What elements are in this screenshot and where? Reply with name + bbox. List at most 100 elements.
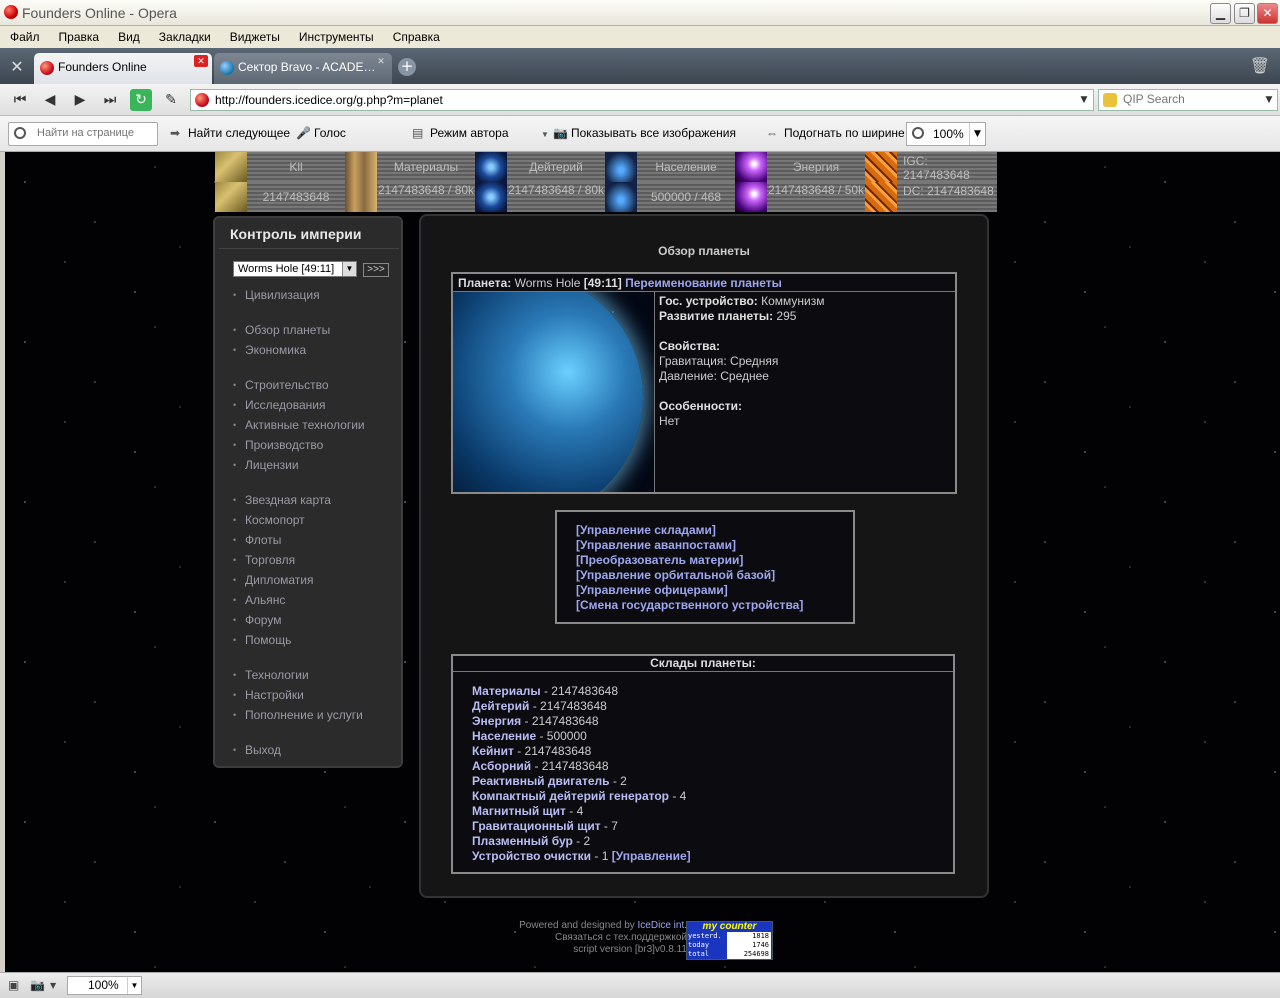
chevron-down-icon[interactable]: ▼: [1261, 90, 1277, 110]
menu-widgets[interactable]: Виджеты: [220, 26, 289, 44]
author-mode-button[interactable]: ▤ Режим автора: [412, 126, 509, 140]
back-icon[interactable]: ◀: [39, 89, 61, 111]
sidebar-item-diplomacy[interactable]: Дипломатия: [233, 573, 313, 587]
link-orbital-base[interactable]: [Управление орбитальной базой]: [576, 568, 853, 583]
sidebar-item-settings[interactable]: Настройки: [233, 688, 304, 702]
menu-help[interactable]: Справка: [383, 26, 449, 44]
link-change-government[interactable]: [Смена государственного устройства]: [576, 598, 853, 613]
planet-header: Планета: Worms Hole [49:11] Переименован…: [453, 274, 955, 292]
tab-founders-online[interactable]: Founders Online ✕: [34, 53, 212, 84]
maximize-button[interactable]: ❐: [1234, 3, 1255, 24]
status-zoom-select[interactable]: 100% ▼: [67, 976, 142, 995]
menu-view[interactable]: Вид: [108, 26, 149, 44]
menu-tools[interactable]: Инструменты: [289, 26, 383, 44]
sidebar-item-active-tech[interactable]: Активные технологии: [233, 418, 365, 432]
forward-icon[interactable]: ▶: [69, 89, 91, 111]
sidebar-item-spaceport[interactable]: Космопорт: [233, 513, 305, 527]
chevron-down-icon[interactable]: ▼: [342, 262, 356, 276]
panel-toggle-icon[interactable]: ▣: [8, 978, 24, 992]
planet-image: [453, 292, 655, 492]
sidebar-item-construction[interactable]: Строительство: [233, 378, 328, 392]
reload-icon[interactable]: ↻: [130, 89, 152, 111]
menu-bar: Файл Правка Вид Закладки Виджеты Инструменты С…: [0, 26, 1280, 48]
fit-width-button[interactable]: ⇔ Подогнать по ширине: [766, 126, 905, 140]
voice-button[interactable]: 🎤 Голос: [296, 126, 346, 140]
igc-icon: [865, 152, 897, 182]
show-images-button[interactable]: ▼ 📷 Показывать все изображения: [541, 126, 736, 140]
menu-edit[interactable]: Правка: [49, 26, 109, 44]
menu-bookmarks[interactable]: Закладки: [149, 26, 220, 44]
sidebar-item-technologies[interactable]: Технологии: [233, 668, 309, 682]
features-label: Особенности:: [659, 399, 743, 413]
sidebar-item-fleets[interactable]: Флоты: [233, 533, 282, 547]
visit-counter[interactable]: my counter yesterd. 1818 today 1746 total 2…: [686, 921, 773, 960]
chevron-down-icon[interactable]: ▼: [969, 123, 985, 145]
find-next-button[interactable]: ➡ Найти следующее: [170, 126, 290, 140]
search-icon: [14, 127, 26, 139]
url-text[interactable]: http://founders.icedice.org/g.php?m=plan…: [215, 93, 443, 107]
sidebar-item-production[interactable]: Производство: [233, 438, 323, 452]
igc-icon: [865, 182, 897, 212]
trash-icon[interactable]: 🗑: [1250, 56, 1270, 75]
tab-close-icon[interactable]: ✕: [374, 55, 388, 67]
address-field[interactable]: http://founders.icedice.org/g.php?m=plan…: [190, 89, 1094, 111]
sidebar-item-logout[interactable]: Выход: [233, 743, 281, 757]
list-item: Энергия - 2147483648: [472, 714, 599, 728]
zoom-select[interactable]: 100% ▼: [906, 122, 986, 146]
link-outpost-management[interactable]: [Управление аванпостами]: [576, 538, 853, 553]
money-icon: [215, 182, 247, 212]
sidebar-item-economy[interactable]: Экономика: [233, 343, 306, 357]
tab-close-icon[interactable]: ✕: [194, 55, 208, 67]
sidebar-item-research[interactable]: Исследования: [233, 398, 326, 412]
money-icon: [215, 152, 247, 182]
sidebar-item-star-map[interactable]: Звездная карта: [233, 493, 331, 507]
manage-cleaner-link[interactable]: [Управление]: [612, 849, 691, 863]
sidebar-item-trade[interactable]: Торговля: [233, 553, 295, 567]
close-window-button[interactable]: ✕: [1257, 3, 1278, 24]
rewind-icon[interactable]: ⏮: [9, 89, 31, 111]
pressure-value: Давление: Среднее: [659, 369, 769, 383]
chevron-down-icon[interactable]: ▼: [1075, 90, 1093, 110]
list-item: Кейнит - 2147483648: [472, 744, 592, 758]
find-input[interactable]: [37, 127, 155, 139]
link-storage-management[interactable]: [Управление складами]: [576, 523, 853, 538]
planet-select[interactable]: Worms Hole [49:11] ▼: [233, 261, 357, 277]
go-button[interactable]: >>>: [363, 263, 389, 277]
link-officers[interactable]: [Управление офицерами]: [576, 583, 853, 598]
new-tab-icon[interactable]: +: [398, 58, 416, 76]
find-field[interactable]: [8, 122, 158, 146]
link-matter-converter[interactable]: [Преобразователь материи]: [576, 553, 853, 568]
minimize-button[interactable]: ▁: [1210, 3, 1231, 24]
chevron-down-icon[interactable]: ▼: [50, 981, 66, 995]
resource-value: 2147483648: [247, 182, 345, 212]
planet-storage-box: Склады планеты: Материалы - 2147483648 Д…: [451, 654, 955, 874]
icedice-link[interactable]: IceDice int.: [638, 920, 687, 931]
sidebar-item-forum[interactable]: Форум: [233, 613, 282, 627]
chevron-down-icon[interactable]: ▼: [127, 977, 141, 994]
resource-bar: Kll 2147483648 Материалы 2147483648 / 80…: [215, 152, 1003, 212]
support-link[interactable]: Связаться с тех.поддержкой: [475, 932, 687, 944]
empire-control-menu: Контроль империи Worms Hole [49:11] ▼ >>…: [213, 216, 403, 768]
status-bar: ▣ 📷 ▼ 100% ▼: [0, 972, 1280, 998]
sidebar-item-alliance[interactable]: Альянс: [233, 593, 286, 607]
sidebar-item-civilization[interactable]: Цивилизация: [233, 288, 320, 302]
rename-planet-link[interactable]: Переименование планеты: [625, 276, 782, 290]
page-footer: Powered and designed by IceDice int. Свя…: [475, 920, 687, 956]
sidebar-item-planet-overview[interactable]: Обзор планеты: [233, 323, 330, 337]
edit-pen-icon[interactable]: ✎: [160, 89, 182, 111]
resource-label: Дейтерий: [507, 152, 605, 182]
sidebar-item-help[interactable]: Помощь: [233, 633, 291, 647]
deuterium-icon: [475, 182, 507, 212]
gravity-value: Гравитация: Средняя: [659, 354, 779, 368]
fast-forward-icon[interactable]: ⏭: [99, 89, 121, 111]
menu-file[interactable]: Файл: [0, 26, 49, 44]
resource-value: DC: 2147483648: [897, 182, 997, 212]
search-field[interactable]: ▼: [1098, 89, 1278, 111]
camera-icon[interactable]: 📷: [30, 978, 46, 992]
list-item: Устройство очистки - 1 [Управление]: [472, 849, 691, 863]
sidebar-item-licenses[interactable]: Лицензии: [233, 458, 298, 472]
tab-sector-bravo[interactable]: Сектор Bravo - ACADE… ✕: [214, 53, 392, 84]
search-input[interactable]: [1123, 92, 1257, 106]
tools-icon[interactable]: ✕: [6, 56, 28, 78]
sidebar-item-topup[interactable]: Пополнение и услуги: [233, 708, 363, 722]
